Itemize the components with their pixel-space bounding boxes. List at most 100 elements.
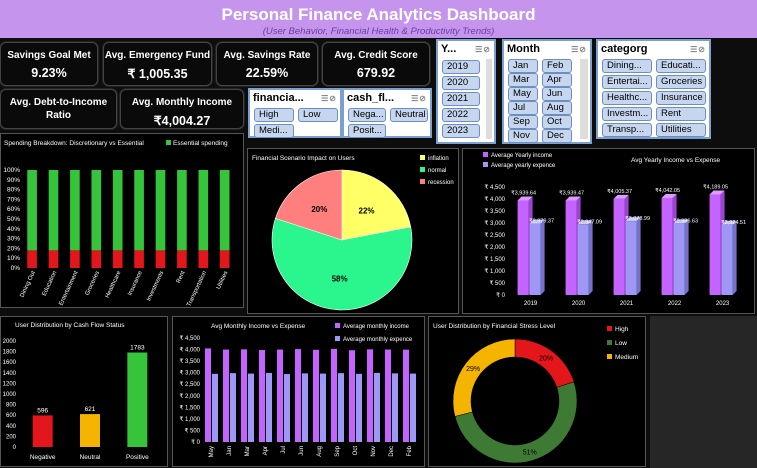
y-tick-label: 600	[6, 413, 17, 419]
slicer-cash-flow[interactable]: cash_fl... ☰⊘ Nega... Neutral Posit...	[342, 88, 432, 138]
legend-label: recession	[428, 180, 454, 186]
slicer-item-investments[interactable]: Investm...	[602, 107, 652, 121]
x-tick-label: Utilities	[216, 270, 230, 290]
x-tick-label: Positive	[126, 454, 149, 461]
slicer-item-entertainment[interactable]: Entertai...	[602, 75, 652, 89]
slicer-item-jun[interactable]: Jun	[542, 87, 572, 101]
data-label: 621	[85, 406, 96, 413]
x-tick-label: May	[209, 446, 215, 457]
legend-swatch	[607, 354, 612, 359]
kpi-label: Savings Goal Met	[7, 50, 91, 61]
y-tick-label: 0	[13, 445, 17, 451]
slicer-item-insurance[interactable]: Insurance	[656, 91, 706, 105]
filter-clear-icon[interactable]: ☰⊘	[321, 94, 337, 103]
y-tick-label: ₹ 3,000	[485, 220, 506, 227]
data-label: ₹4,189.05	[703, 183, 728, 190]
slicer-item-2020[interactable]: 2020	[442, 76, 480, 90]
slicer-item-jul[interactable]: Jul	[508, 101, 538, 115]
slicer-item-groceries[interactable]: Groceries	[656, 75, 706, 89]
bar-essential	[177, 170, 187, 251]
kpi-monthly-income: Avg. Monthly Income ₹4,004.27	[120, 89, 244, 129]
filter-clear-icon[interactable]: ☰⊘	[411, 94, 427, 103]
legend-swatch	[420, 155, 425, 160]
y-tick-label: 1000	[3, 392, 17, 398]
slicer-month[interactable]: Month ☰⊘ Jan Feb Mar Apr May Jun Jul Aug …	[502, 39, 592, 144]
slicer-year[interactable]: Y... ☰⊘ 2019 2020 2021 2022 2023	[436, 39, 496, 144]
donut-slice-medium	[452, 338, 516, 417]
bar-expense	[302, 373, 308, 442]
slicer-item-apr[interactable]: Apr	[542, 73, 572, 87]
y-tick-label: 70%	[7, 196, 20, 203]
y-tick-label: 30%	[7, 236, 20, 243]
donut-slice-high	[514, 338, 575, 388]
slicer-item-education[interactable]: Educati...	[656, 59, 706, 73]
data-label: ₹2,986.63	[673, 217, 698, 224]
slicer-item-dining[interactable]: Dining...	[602, 59, 652, 73]
x-tick-label: Neutral	[80, 454, 102, 461]
data-label: ₹4,005.37	[607, 188, 632, 195]
slicer-item-nov[interactable]: Nov	[508, 129, 538, 143]
slicer-item-jan[interactable]: Jan	[508, 59, 538, 73]
slicer-financial-stress[interactable]: financia... ☰⊘ High Low Medi...	[248, 88, 342, 138]
slicer-item-2019[interactable]: 2019	[442, 60, 480, 74]
spending-chart: Spending Breakdown: Discretionary vs Ess…	[3, 140, 230, 308]
filter-clear-icon[interactable]: ☰⊘	[690, 45, 706, 54]
slicer-scrollbar[interactable]	[580, 59, 588, 139]
bar-expense	[374, 372, 380, 442]
y-tick-label: ₹ 1,000	[485, 268, 506, 275]
x-tick-label: Investments	[146, 270, 165, 302]
x-tick-label: Feb	[407, 445, 413, 456]
kpi-value: 679.92	[356, 66, 396, 80]
kpi-credit-score: Avg. Credit Score 679.92	[322, 42, 430, 86]
slicer-item-rent[interactable]: Rent	[656, 107, 706, 121]
kpi-value: 9.23%	[31, 66, 67, 80]
slicer-item-transportation[interactable]: Transp...	[602, 123, 652, 137]
yearly-chart: Avg Yearly Income vs Expense Average Year…	[483, 152, 746, 307]
slicer-item-high[interactable]: High	[254, 108, 294, 122]
bar-income	[613, 198, 625, 295]
slicer-item-positive[interactable]: Posit...	[348, 124, 386, 138]
slicer-scrollbar[interactable]	[486, 59, 492, 139]
legend-label: Medium	[615, 354, 638, 361]
y-tick-label: 40%	[7, 226, 20, 233]
filter-clear-icon[interactable]: ☰⊘	[571, 45, 587, 54]
data-label: ₹2,979.37	[529, 217, 554, 224]
slicer-item-dec[interactable]: Dec	[542, 129, 572, 143]
slicer-item-2021[interactable]: 2021	[442, 92, 480, 106]
filter-clear-icon[interactable]: ☰⊘	[475, 45, 491, 54]
slicer-item-may[interactable]: May	[508, 87, 538, 101]
slicer-category[interactable]: categorg ☰⊘ Dining... Educati... Entertai…	[596, 39, 711, 139]
slicer-item-oct[interactable]: Oct	[542, 115, 572, 129]
legend-swatch	[420, 167, 425, 172]
panel-yearly-income: Avg Yearly Income vs Expense Average Year…	[462, 148, 755, 314]
kpi-savings-rate: Avg. Savings Rate 22.59%	[216, 42, 318, 86]
slicer-item-mar[interactable]: Mar	[508, 73, 538, 87]
slicer-item-medium[interactable]: Medi...	[254, 124, 294, 138]
x-tick-label: Aug	[317, 446, 323, 457]
slicer-item-utilities[interactable]: Utilities	[656, 123, 706, 137]
y-tick-label: ₹ 0	[496, 292, 505, 299]
legend-swatch	[607, 326, 612, 331]
slicer-item-neutral[interactable]: Neutral	[390, 108, 428, 122]
slicer-item-sep[interactable]: Sep	[508, 115, 538, 129]
slicer-item-aug[interactable]: Aug	[542, 101, 572, 115]
slicer-item-2023[interactable]: 2023	[442, 124, 480, 138]
bar-income	[517, 200, 529, 295]
y-tick-label: ₹ 500	[490, 280, 506, 287]
bar-discretionary	[91, 250, 102, 268]
slicer-item-low[interactable]: Low	[298, 108, 338, 122]
slicer-item-healthcare[interactable]: Healthc...	[602, 91, 652, 105]
bar-discretionary	[198, 250, 209, 268]
kpi-label: Avg. Credit Score	[334, 50, 418, 61]
slicer-item-negative[interactable]: Nega...	[348, 108, 386, 122]
slicer-item-feb[interactable]: Feb	[542, 59, 572, 73]
kpi-label: Avg. Savings Rate	[223, 50, 311, 61]
bar-expense	[625, 221, 637, 295]
x-tick-label: Nov	[371, 446, 377, 457]
bar-expense	[248, 373, 254, 442]
panel-cashflow: User Distribution by Cash Flow Status 0 20…	[0, 316, 168, 467]
y-tick-label: 20%	[7, 245, 20, 252]
x-tick-label: Jun	[299, 446, 305, 456]
slicer-item-2022[interactable]: 2022	[442, 108, 480, 122]
title-bar: Personal Finance Analytics Dashboard (Us…	[0, 0, 757, 38]
